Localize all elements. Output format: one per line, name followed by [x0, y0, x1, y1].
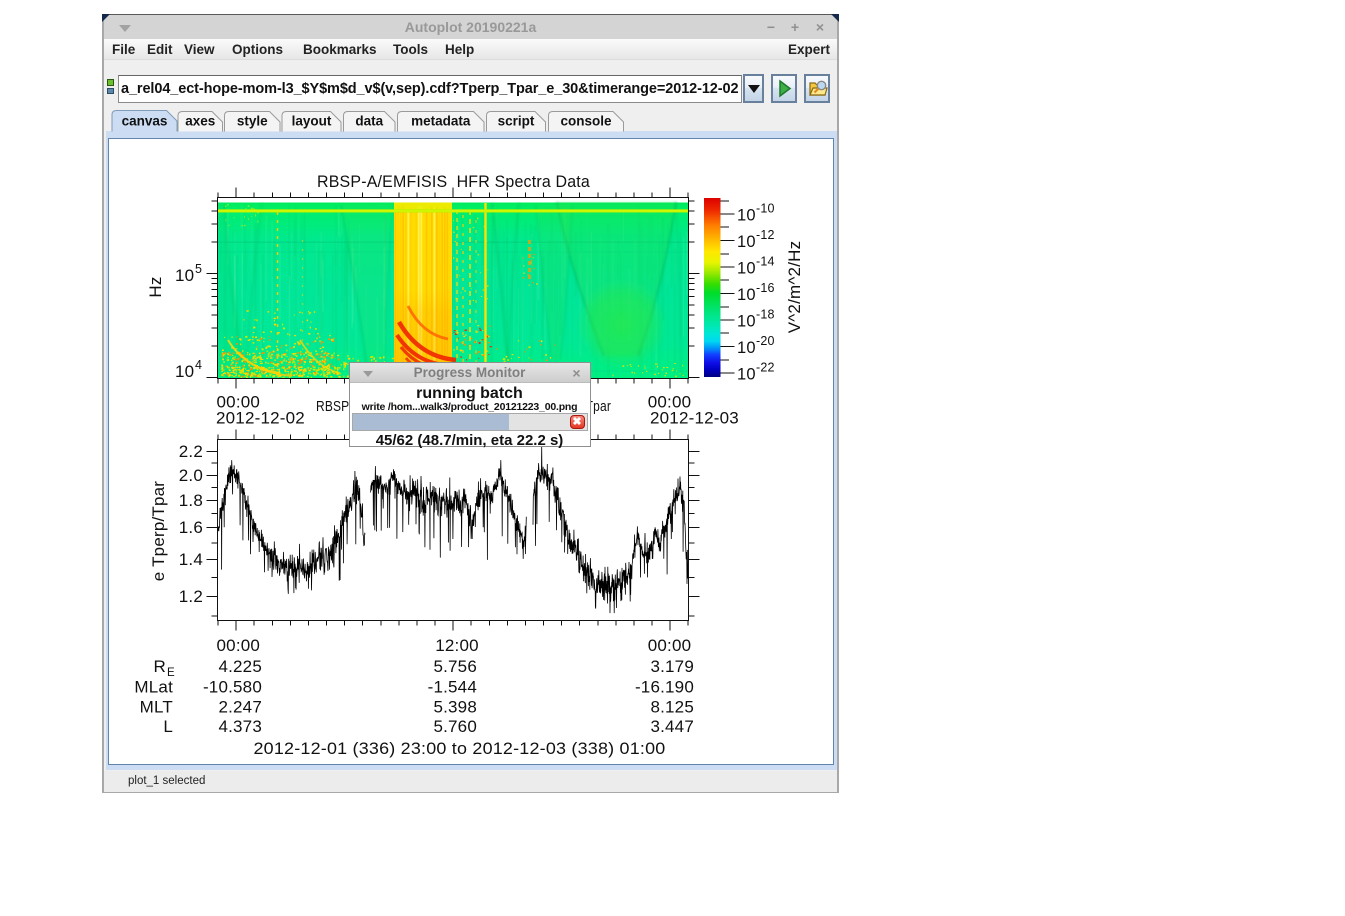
svg-text:-20: -20 — [756, 334, 775, 348]
svg-text:-18: -18 — [756, 308, 775, 322]
svg-text:10: 10 — [737, 313, 756, 331]
svg-text:-10.580: -10.580 — [203, 678, 262, 697]
svg-text:e Tperp/Tpar: e Tperp/Tpar — [149, 481, 168, 581]
svg-text:10: 10 — [175, 266, 194, 285]
svg-text:-14: -14 — [756, 255, 775, 269]
svg-text:00:00: 00:00 — [217, 636, 261, 655]
svg-text:data: data — [355, 114, 383, 129]
svg-text:-12: -12 — [756, 228, 775, 242]
svg-text:2.2: 2.2 — [179, 442, 203, 461]
svg-text:-22: -22 — [756, 361, 775, 375]
svg-text:2012-12-01 (336) 23:00 to 2012: 2012-12-01 (336) 23:00 to 2012-12-03 (33… — [254, 739, 666, 758]
svg-text:1.6: 1.6 — [179, 518, 203, 537]
svg-text:10: 10 — [737, 286, 756, 304]
svg-text:4: 4 — [195, 358, 202, 372]
svg-text:8.125: 8.125 — [650, 698, 694, 717]
svg-text:2.247: 2.247 — [218, 698, 262, 717]
svg-text:-16.190: -16.190 — [635, 678, 694, 697]
svg-text:5.756: 5.756 — [433, 657, 477, 676]
svg-text:MLT: MLT — [140, 698, 173, 717]
svg-text:5.398: 5.398 — [433, 698, 477, 717]
svg-text:2012-12-03: 2012-12-03 — [650, 409, 739, 428]
svg-text:style: style — [237, 114, 268, 129]
svg-text:RBSP-A/EMFISIS HFR Spectra Da: RBSP-A/EMFISIS HFR Spectra Data — [317, 172, 590, 191]
svg-text:Hz: Hz — [146, 276, 165, 297]
svg-text:console: console — [560, 114, 612, 129]
svg-text:10: 10 — [737, 207, 756, 225]
svg-text:10: 10 — [737, 260, 756, 278]
svg-text:-1.544: -1.544 — [428, 678, 477, 697]
svg-text:10: 10 — [737, 339, 756, 357]
svg-text:10: 10 — [737, 366, 756, 384]
svg-text:MLat: MLat — [134, 678, 173, 697]
svg-text:4.373: 4.373 — [218, 717, 262, 736]
svg-text:3.447: 3.447 — [650, 717, 694, 736]
svg-text:metadata: metadata — [411, 114, 471, 129]
svg-text:3.179: 3.179 — [650, 657, 694, 676]
svg-text:10: 10 — [737, 233, 756, 251]
svg-text:1.4: 1.4 — [179, 550, 203, 569]
svg-text:4.225: 4.225 — [218, 657, 262, 676]
svg-text:5.760: 5.760 — [433, 717, 477, 736]
svg-text:axes: axes — [185, 114, 215, 129]
svg-text:00:00: 00:00 — [648, 636, 692, 655]
svg-text:12:00: 12:00 — [435, 636, 479, 655]
svg-text:-16: -16 — [756, 281, 775, 295]
svg-text:V^2/m^2/Hz: V^2/m^2/Hz — [785, 241, 804, 334]
svg-text:L: L — [163, 717, 173, 736]
svg-text:1.8: 1.8 — [179, 491, 203, 510]
svg-text:1.2: 1.2 — [179, 587, 203, 606]
svg-text:5: 5 — [195, 262, 202, 276]
svg-text:2.0: 2.0 — [179, 466, 203, 485]
svg-text:-10: -10 — [756, 202, 775, 216]
svg-text:10: 10 — [175, 362, 194, 381]
svg-text:canvas: canvas — [122, 114, 168, 129]
svg-text:2012-12-02: 2012-12-02 — [216, 409, 305, 428]
svg-text:script: script — [498, 114, 535, 129]
svg-text:R: R — [154, 657, 166, 676]
svg-text:layout: layout — [292, 114, 332, 129]
